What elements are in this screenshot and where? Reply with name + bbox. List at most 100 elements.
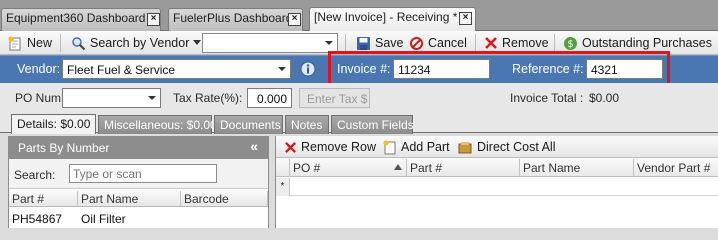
chevron-down-icon — [325, 41, 333, 45]
tab-notes-label: Notes — [291, 118, 323, 132]
column-header-vendor-part-number[interactable]: Vendor Part # — [634, 159, 718, 177]
column-header-part-name[interactable]: Part Name — [520, 159, 634, 177]
column-label: Part Name — [81, 192, 139, 206]
invoice-number-value: 11234 — [398, 63, 431, 77]
close-icon — [285, 141, 296, 153]
parts-by-number-panel: Parts By Number « Search: Part # Part Na… — [8, 136, 269, 228]
vendor-select[interactable]: Fleet Fuel & Service — [62, 59, 291, 79]
new-document-icon — [8, 36, 21, 50]
remove-row-button[interactable]: Remove Row — [284, 138, 376, 156]
tab-miscellaneous[interactable]: Miscellaneous: $0.00 — [98, 115, 217, 134]
chevron-down-icon — [193, 40, 202, 45]
toolbar-separator — [475, 34, 476, 52]
detail-tab-strip: Details: $0.00 Miscellaneous: $0.00 Docu… — [0, 113, 718, 134]
new-row-marker: * — [276, 178, 290, 196]
vendor-value: Fleet Fuel & Service — [67, 63, 176, 77]
tab-custom-fields-label: Custom Fields — [337, 118, 414, 132]
table-row[interactable]: PH54867 Oil Filter — [9, 208, 268, 228]
tab-documents-label: Documents — [220, 118, 281, 132]
outstanding-purchases-label: Outstanding Purchases — [582, 36, 712, 50]
money-icon: $ — [564, 36, 577, 50]
remove-button[interactable]: Remove — [484, 34, 549, 52]
po-number-select[interactable] — [62, 88, 161, 108]
toolbar-separator — [60, 34, 61, 52]
close-icon — [485, 37, 497, 49]
search-by-vendor-button[interactable]: Search by Vendor — [71, 34, 202, 52]
tab-details[interactable]: Details: $0.00 — [11, 114, 96, 134]
cancel-button[interactable]: Cancel — [409, 34, 467, 52]
tab-documents[interactable]: Documents — [214, 115, 283, 134]
column-header-part-number[interactable]: Part # — [9, 191, 78, 207]
tax-rate-field[interactable]: 0.000 — [247, 88, 292, 108]
tab-notes[interactable]: Notes — [285, 115, 329, 134]
cancel-button-label: Cancel — [428, 36, 467, 50]
reference-number-field[interactable]: 4321 — [586, 59, 663, 79]
tab-label: FuelerPlus Dashboard — [173, 11, 293, 25]
toolbar-separator — [345, 34, 346, 52]
save-button-label: Save — [375, 36, 404, 50]
collapse-icon[interactable]: « — [250, 138, 258, 154]
enter-tax-button[interactable]: Enter Tax $ — [299, 88, 370, 108]
tab-fuelerplus-dashboard[interactable]: FuelerPlus Dashboard × — [168, 8, 303, 31]
new-button-label: New — [27, 36, 53, 50]
parts-search-input[interactable] — [69, 164, 217, 183]
tab-new-invoice-receiving[interactable]: [New Invoice] - Receiving * × — [309, 7, 476, 31]
panel-header: Parts By Number « — [9, 137, 268, 159]
chevron-down-icon — [148, 96, 156, 100]
save-button[interactable]: Save — [356, 34, 404, 52]
invoice-number-field[interactable]: 11234 — [393, 59, 490, 79]
part-name-cell: Oil Filter — [81, 212, 126, 226]
toolbar-separator — [554, 34, 555, 52]
column-header-part-number[interactable]: Part # — [394, 159, 520, 177]
column-label: Vendor Part # — [637, 161, 711, 175]
row-selector-header — [276, 159, 290, 177]
add-document-icon — [383, 140, 396, 154]
column-label: PO # — [293, 161, 321, 175]
direct-cost-all-button[interactable]: Direct Cost All — [458, 138, 556, 156]
tab-label: [New Invoice] - Receiving * — [314, 10, 458, 24]
vendor-search-select[interactable] — [202, 33, 338, 53]
new-button[interactable]: New — [8, 34, 52, 52]
tab-custom-fields[interactable]: Custom Fields — [331, 115, 414, 134]
remove-row-label: Remove Row — [301, 140, 377, 154]
close-icon[interactable]: × — [147, 13, 160, 26]
column-label: Part # — [410, 161, 443, 175]
column-header-part-name[interactable]: Part Name — [78, 191, 181, 207]
tab-label: Equipment360 Dashboard — [6, 11, 146, 25]
toolbar: New Search by Vendor Save Cancel Remove … — [0, 31, 718, 55]
tax-rate-value: 0.000 — [256, 92, 287, 106]
invoice-header-row: Vendor: Fleet Fuel & Service Invoice #: … — [0, 55, 718, 83]
po-number-label: PO Num: — [15, 91, 65, 105]
reference-number-label: Reference #: — [512, 62, 584, 76]
add-part-label: Add Part — [401, 140, 450, 154]
tab-details-label: Details: $0.00 — [17, 117, 91, 131]
close-icon[interactable]: × — [459, 12, 472, 25]
line-items-panel: Remove Row Add Part Direct Cost All PO #… — [275, 136, 718, 228]
line-items-grid-header: PO # Part # Part Name Vendor Part # — [276, 159, 718, 177]
close-icon[interactable]: × — [288, 13, 301, 26]
outstanding-purchases-button[interactable]: $ Outstanding Purchases — [563, 34, 712, 52]
info-icon[interactable] — [300, 61, 316, 77]
column-header-po-number[interactable]: PO # — [290, 159, 407, 177]
document-tab-strip: Equipment360 Dashboard × FuelerPlus Dash… — [0, 0, 718, 31]
invoice-total-label: Invoice Total : — [510, 91, 584, 105]
reference-number-value: 4321 — [591, 63, 618, 77]
panel-title: Parts By Number — [18, 141, 110, 155]
column-header-barcode[interactable]: Barcode — [181, 191, 268, 207]
add-part-button[interactable]: Add Part — [382, 138, 450, 156]
line-items-toolbar: Remove Row Add Part Direct Cost All — [276, 136, 718, 158]
svg-text:$: $ — [567, 39, 573, 50]
sort-ascending-icon — [394, 164, 402, 170]
invoice-total-value: $0.00 — [589, 91, 620, 105]
new-row[interactable]: * — [276, 178, 718, 196]
parts-search-row: Search: — [9, 159, 268, 189]
cancel-icon — [410, 36, 423, 50]
column-label: Part Name — [523, 161, 581, 175]
search-icon — [72, 36, 86, 50]
column-label: Barcode — [184, 192, 229, 206]
invoice-number-label: Invoice #: — [337, 62, 391, 76]
tab-equipment360-dashboard[interactable]: Equipment360 Dashboard × — [1, 8, 161, 31]
remove-button-label: Remove — [502, 36, 549, 50]
save-icon — [357, 36, 370, 50]
column-label: Part # — [12, 192, 45, 206]
